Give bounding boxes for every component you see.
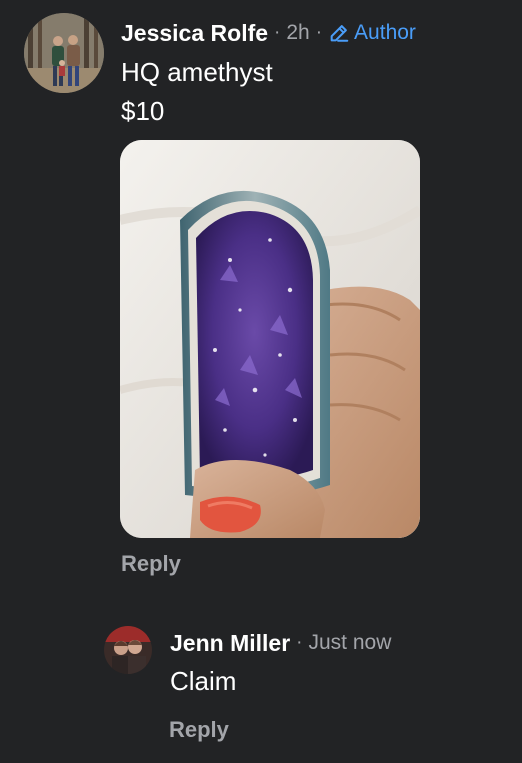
comment-price: $10	[121, 96, 165, 126]
author-badge-label: Author	[354, 21, 416, 44]
reply-text: Claim	[170, 666, 237, 696]
author-avatar[interactable]	[24, 13, 104, 93]
reply-to-reply-button[interactable]: Reply	[169, 717, 229, 743]
comment-timestamp[interactable]: 2h	[286, 21, 309, 45]
comment-text-line: HQ amethyst	[121, 57, 273, 87]
reply-author-name[interactable]: Jenn Miller	[170, 630, 290, 657]
separator-dot: ·	[296, 632, 303, 653]
comment-attachment-photo[interactable]	[120, 140, 420, 538]
reply-button[interactable]: Reply	[121, 551, 181, 577]
reply-header: Jenn Miller · Just now	[170, 628, 391, 658]
reply-timestamp[interactable]: Just now	[308, 631, 391, 655]
author-badge: Author	[328, 21, 416, 45]
separator-dot: ·	[315, 22, 323, 43]
comment-header: Jessica Rolfe · 2h · Author	[121, 17, 416, 49]
reply-author-avatar[interactable]	[104, 626, 152, 674]
comment-author-name[interactable]: Jessica Rolfe	[121, 20, 268, 47]
separator-dot: ·	[274, 22, 281, 43]
pencil-icon	[330, 25, 349, 42]
